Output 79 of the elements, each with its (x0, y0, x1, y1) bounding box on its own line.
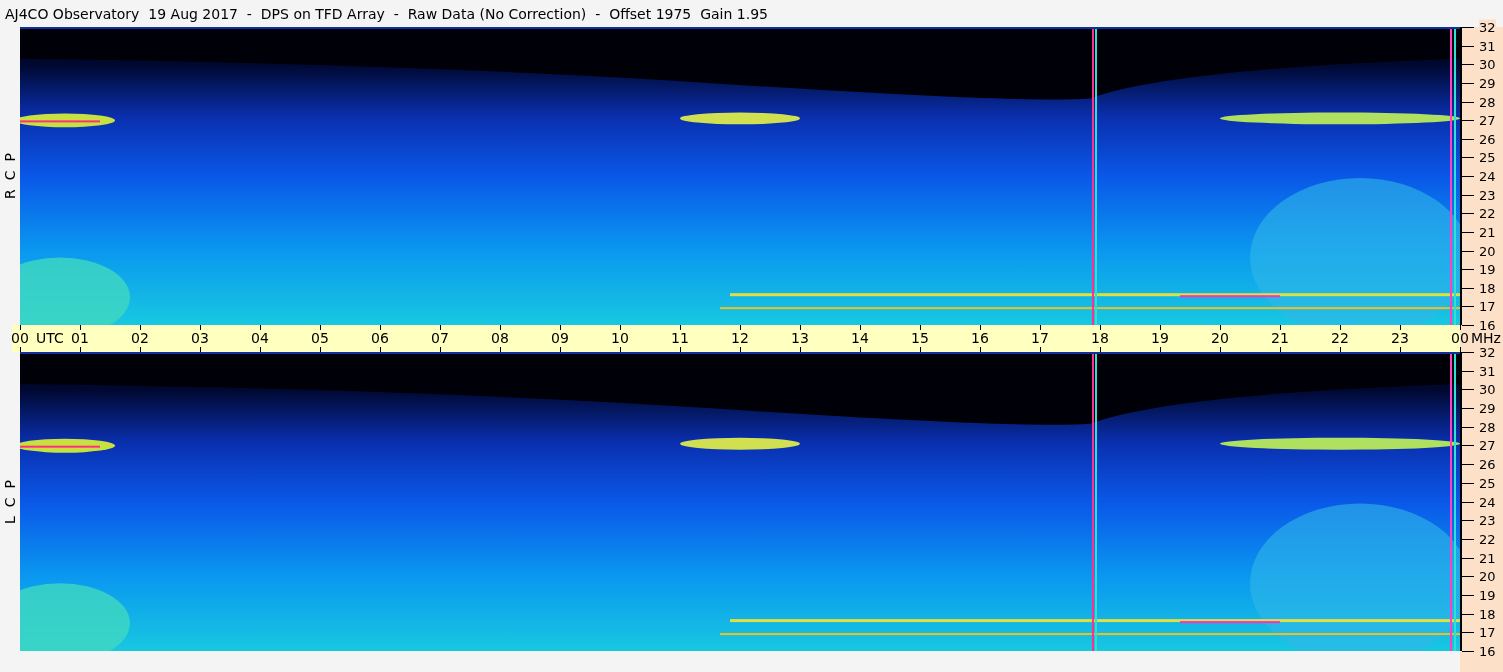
tick-mark (380, 347, 381, 352)
time-label: 09 (551, 330, 569, 347)
time-label: 00 (1451, 330, 1469, 347)
time-label: 22 (1331, 330, 1349, 347)
tick-mark (140, 325, 141, 330)
polarization-label: R C P (2, 153, 18, 199)
time-label: 05 (311, 330, 329, 347)
tick-mark (260, 347, 261, 352)
tick-mark (560, 347, 561, 352)
time-label: 00 (11, 330, 29, 347)
tick-mark (740, 347, 741, 352)
tick-mark (1160, 325, 1161, 330)
time-label: 19 (1151, 330, 1169, 347)
time-label: 07 (431, 330, 449, 347)
tick-mark (1340, 325, 1341, 330)
frequency-unit-label: MHz (1471, 330, 1501, 347)
polarization-label: L C P (2, 479, 18, 524)
tick-mark (560, 325, 561, 330)
time-label: 02 (131, 330, 149, 347)
tick-mark (500, 347, 501, 352)
time-label: 03 (191, 330, 209, 347)
tick-mark (1220, 325, 1221, 330)
time-label: 08 (491, 330, 509, 347)
tick-mark (920, 347, 921, 352)
time-label: 01 (71, 330, 89, 347)
tick-mark (860, 325, 861, 330)
time-label: 20 (1211, 330, 1229, 347)
tick-mark (1400, 347, 1401, 352)
time-label: 10 (611, 330, 629, 347)
tick-mark (680, 347, 681, 352)
tick-mark (800, 347, 801, 352)
tick-mark (200, 347, 201, 352)
time-label: 21 (1271, 330, 1289, 347)
time-label: 04 (251, 330, 269, 347)
time-label: 14 (851, 330, 869, 347)
tick-mark (320, 347, 321, 352)
tick-mark (800, 325, 801, 330)
tick-mark (740, 325, 741, 330)
tick-mark (1280, 347, 1281, 352)
tick-mark (80, 325, 81, 330)
tick-mark (20, 347, 21, 352)
tick-mark (620, 325, 621, 330)
time-label: 23 (1391, 330, 1409, 347)
tick-mark (1100, 347, 1101, 352)
time-label: 18 (1091, 330, 1109, 347)
tick-mark (860, 347, 861, 352)
tick-mark (320, 325, 321, 330)
time-unit-label: UTC (36, 330, 64, 347)
window-title: AJ4CO Observatory 19 Aug 2017 - DPS on TFD Array - Raw Data (No Correction) - Offset 1975 Gain 1.95 (4, 4, 769, 24)
tick-mark (380, 325, 381, 330)
time-label: 11 (671, 330, 689, 347)
tick-mark (1040, 325, 1041, 330)
time-label: 06 (371, 330, 389, 347)
time-label: 13 (791, 330, 809, 347)
tick-mark (200, 325, 201, 330)
tick-mark (1100, 325, 1101, 330)
tick-mark (440, 325, 441, 330)
tick-mark (680, 325, 681, 330)
tick-mark (1280, 325, 1281, 330)
tick-mark (20, 325, 21, 330)
tick-mark (1340, 347, 1341, 352)
time-label: 16 (971, 330, 989, 347)
frequency-label: 32 (1479, 19, 1496, 35)
tick-mark (440, 347, 441, 352)
tick-mark (980, 347, 981, 352)
tick-mark (140, 347, 141, 352)
tick-mark (260, 325, 261, 330)
time-label: 12 (731, 330, 749, 347)
time-label: 15 (911, 330, 929, 347)
time-label: 17 (1031, 330, 1049, 347)
tick-mark (920, 325, 921, 330)
tick-mark (1040, 347, 1041, 352)
tick-mark (500, 325, 501, 330)
tick-mark (980, 325, 981, 330)
tick-mark (1160, 347, 1161, 352)
tick-mark (1400, 325, 1401, 330)
tick-mark (80, 347, 81, 352)
tick-mark (620, 347, 621, 352)
tick-mark (1220, 347, 1221, 352)
